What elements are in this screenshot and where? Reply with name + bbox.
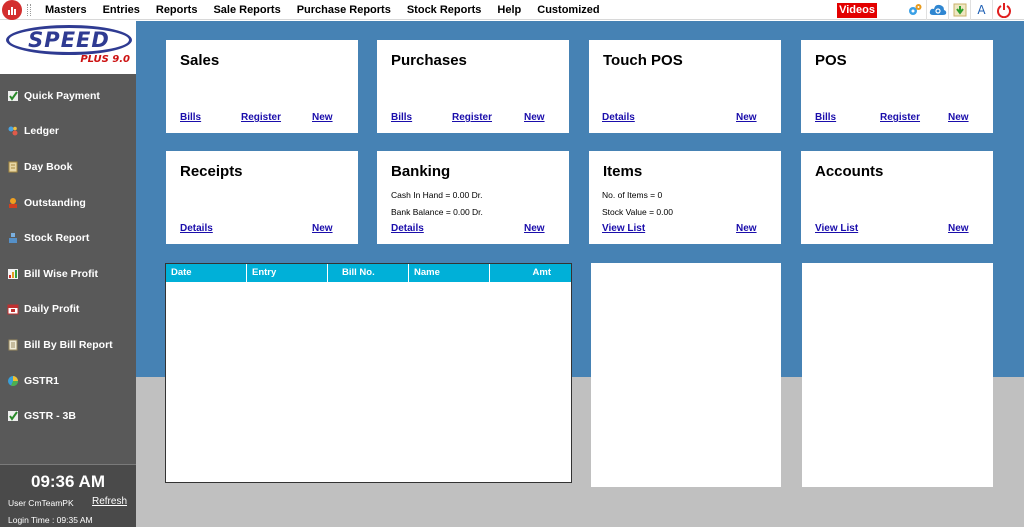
recent-transactions-table: Date Entry Bill No. Name Amt [165, 263, 572, 483]
items-new-link[interactable]: New [736, 223, 757, 234]
refresh-link[interactable]: Refresh [92, 496, 127, 507]
quick-payment-icon [6, 89, 19, 102]
menu-grip [27, 3, 31, 16]
accounts-title: Accounts [815, 163, 884, 180]
font-size-icon[interactable]: A [970, 0, 992, 20]
purchases-title: Purchases [391, 52, 467, 69]
touch-pos-new-link[interactable]: New [736, 112, 757, 123]
bill-by-bill-report-icon [6, 338, 19, 351]
items-title: Items [603, 163, 643, 180]
day-book-icon [6, 160, 19, 173]
purchases-bills-link[interactable]: Bills [391, 112, 412, 123]
videos-button[interactable]: Videos [837, 3, 877, 18]
sales-card: Sales Bills Register New [166, 40, 358, 133]
pos-title: POS [815, 52, 847, 69]
sidebar-item-bill-wise-profit[interactable]: Bill Wise Profit [0, 256, 136, 292]
daily-profit-icon [6, 303, 19, 316]
column-bill-no[interactable]: Bill No. [328, 264, 409, 282]
column-entry[interactable]: Entry [247, 264, 328, 282]
items-count: No. of Items = 0 [602, 190, 663, 200]
menu-sale-reports[interactable]: Sale Reports [205, 0, 288, 20]
outstanding-icon [6, 196, 19, 209]
session-info: 09:36 AM User CmTeamPK Refresh Login Tim… [0, 464, 136, 527]
current-time: 09:36 AM [30, 472, 105, 491]
pos-card: POS Bills Register New [801, 40, 993, 133]
accounts-view-list-link[interactable]: View List [815, 223, 858, 234]
menu-entries[interactable]: Entries [95, 0, 148, 20]
dashboard-panel-right [802, 263, 993, 487]
banking-new-link[interactable]: New [524, 223, 545, 234]
banking-card: Banking Cash In Hand = 0.00 Dr. Bank Bal… [377, 151, 569, 244]
cash-in-hand: Cash In Hand = 0.00 Dr. [391, 190, 483, 200]
items-view-list-link[interactable]: View List [602, 223, 645, 234]
menu-masters[interactable]: Masters [37, 0, 95, 20]
pos-register-link[interactable]: Register [880, 112, 920, 123]
sidebar-nav: Quick Payment Ledger Day Book Outstandin… [0, 78, 136, 434]
sidebar-item-day-book[interactable]: Day Book [0, 149, 136, 185]
login-time: Login Time : 09:35 AM [8, 515, 93, 525]
purchases-register-link[interactable]: Register [452, 112, 492, 123]
user-name: User CmTeamPK [8, 498, 74, 508]
toolbar-icons: A [904, 0, 1014, 20]
column-date[interactable]: Date [166, 264, 247, 282]
power-icon[interactable] [992, 0, 1014, 20]
receipts-card: Receipts Details New [166, 151, 358, 244]
sidebar-item-bill-by-bill-report[interactable]: Bill By Bill Report [0, 327, 136, 363]
column-amt[interactable]: Amt [490, 264, 571, 282]
sidebar-item-daily-profit[interactable]: Daily Profit [0, 292, 136, 328]
menu-stock-reports[interactable]: Stock Reports [399, 0, 490, 20]
menu-customized[interactable]: Customized [529, 0, 607, 20]
table-header: Date Entry Bill No. Name Amt [166, 264, 571, 282]
menu-reports[interactable]: Reports [148, 0, 206, 20]
sidebar-item-quick-payment[interactable]: Quick Payment [0, 78, 136, 114]
touch-pos-details-link[interactable]: Details [602, 112, 635, 123]
touch-pos-card: Touch POS Details New [589, 40, 781, 133]
purchases-card: Purchases Bills Register New [377, 40, 569, 133]
ledger-icon [6, 125, 19, 138]
sales-new-link[interactable]: New [312, 112, 333, 123]
gstr1-icon [6, 374, 19, 387]
cloud-sync-icon[interactable] [926, 0, 948, 20]
pos-new-link[interactable]: New [948, 112, 969, 123]
bank-balance: Bank Balance = 0.00 Dr. [391, 207, 483, 217]
sales-register-link[interactable]: Register [241, 112, 281, 123]
receipts-details-link[interactable]: Details [180, 223, 213, 234]
touch-pos-title: Touch POS [603, 52, 683, 69]
items-card: Items No. of Items = 0 Stock Value = 0.0… [589, 151, 781, 244]
sidebar-item-outstanding[interactable]: Outstanding [0, 185, 136, 221]
sidebar-item-ledger[interactable]: Ledger [0, 114, 136, 150]
menu-help[interactable]: Help [489, 0, 529, 20]
sidebar-item-stock-report[interactable]: Stock Report [0, 220, 136, 256]
gstr-3b-icon [6, 410, 19, 423]
download-icon[interactable] [948, 0, 970, 20]
sidebar-item-gstr-3b[interactable]: GSTR - 3B [0, 398, 136, 434]
settings-gears-icon[interactable] [904, 0, 926, 20]
sales-bills-link[interactable]: Bills [180, 112, 201, 123]
pos-bills-link[interactable]: Bills [815, 112, 836, 123]
main-menu: Masters Entries Reports Sale Reports Pur… [37, 0, 608, 20]
menu-bar: Masters Entries Reports Sale Reports Pur… [0, 0, 1024, 20]
brand-name: SPEED [6, 25, 132, 55]
sidebar: SPEED PLUS 9.0 Quick Payment Ledger Day … [0, 21, 136, 527]
receipts-new-link[interactable]: New [312, 223, 333, 234]
purchases-new-link[interactable]: New [524, 112, 545, 123]
brand-edition: PLUS 9.0 [80, 54, 130, 65]
app-logo-icon[interactable] [2, 0, 22, 20]
stock-value: Stock Value = 0.00 [602, 207, 673, 217]
brand-logo: SPEED PLUS 9.0 [0, 21, 136, 74]
accounts-card: Accounts View List New [801, 151, 993, 244]
receipts-title: Receipts [180, 163, 243, 180]
sales-title: Sales [180, 52, 220, 69]
sidebar-item-gstr1[interactable]: GSTR1 [0, 363, 136, 399]
bill-wise-profit-icon [6, 267, 19, 280]
banking-title: Banking [391, 163, 451, 180]
dashboard-panel-left [591, 263, 781, 487]
accounts-new-link[interactable]: New [948, 223, 969, 234]
column-name[interactable]: Name [409, 264, 490, 282]
menu-purchase-reports[interactable]: Purchase Reports [289, 0, 399, 20]
banking-details-link[interactable]: Details [391, 223, 424, 234]
stock-report-icon [6, 232, 19, 245]
